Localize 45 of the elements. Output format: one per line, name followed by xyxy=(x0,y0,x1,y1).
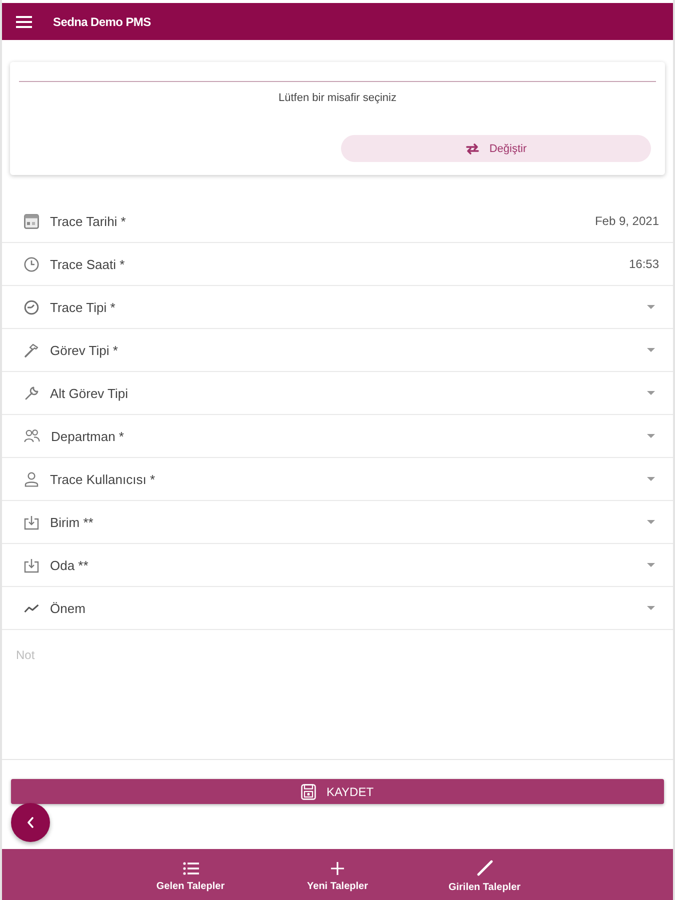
field-label: Alt Görev Tipi xyxy=(50,386,130,400)
dropdown-caret-icon[interactable] xyxy=(647,391,655,395)
field-label: Trace Tipi * xyxy=(50,300,116,314)
plus-icon xyxy=(331,862,344,874)
wrench-icon xyxy=(24,386,39,400)
guest-prompt: Lütfen bir misafir seçiniz xyxy=(278,92,398,106)
field-label: Görev Tipi * xyxy=(50,342,119,358)
nav-item[interactable]: Girilen Talepler xyxy=(431,849,538,900)
person-icon xyxy=(24,472,39,486)
people-icon xyxy=(24,429,40,443)
swap-icon xyxy=(465,142,480,154)
field-label: Birim ** xyxy=(50,514,94,530)
list-icon xyxy=(182,862,198,874)
download-tray-icon xyxy=(24,558,39,572)
dropdown-caret-icon[interactable] xyxy=(647,305,655,309)
change-guest-button[interactable]: Değiştir xyxy=(341,135,651,162)
calendar-icon xyxy=(24,214,39,228)
field-label: Departman * xyxy=(51,428,125,444)
dropdown-caret-icon[interactable] xyxy=(647,520,655,524)
field-value[interactable]: Feb 9, 2021 xyxy=(594,214,659,228)
clock-icon xyxy=(24,256,39,272)
nav-item[interactable]: Yeni Talepler xyxy=(284,849,391,900)
field-label: Trace Saati * xyxy=(50,256,126,272)
chevron-left-icon xyxy=(27,817,34,828)
hammer-icon xyxy=(24,342,39,358)
nav-item[interactable]: Gelen Talepler xyxy=(137,849,244,900)
field-label: Trace Tarihi * xyxy=(50,214,127,228)
back-button[interactable] xyxy=(11,803,50,842)
field-label: Önem xyxy=(50,600,86,616)
dropdown-caret-icon[interactable] xyxy=(647,434,655,438)
app-title: Sedna Demo PMS xyxy=(53,14,151,28)
field-value[interactable]: 16:53 xyxy=(628,257,659,271)
pencil-icon xyxy=(476,860,492,876)
download-tray-icon xyxy=(24,514,39,530)
menu-icon xyxy=(16,16,32,28)
timer-icon xyxy=(24,300,39,314)
field-label: Oda ** xyxy=(50,558,90,572)
save-button[interactable]: KAYDET xyxy=(11,779,664,804)
field-label: Trace Kullanıcısı * xyxy=(50,472,156,486)
dropdown-caret-icon[interactable] xyxy=(647,563,655,567)
dropdown-caret-icon[interactable] xyxy=(647,348,655,352)
trend-line-icon xyxy=(24,604,39,612)
menu-button[interactable] xyxy=(15,14,33,28)
dropdown-caret-icon[interactable] xyxy=(647,477,655,481)
dropdown-caret-icon[interactable] xyxy=(647,606,655,610)
